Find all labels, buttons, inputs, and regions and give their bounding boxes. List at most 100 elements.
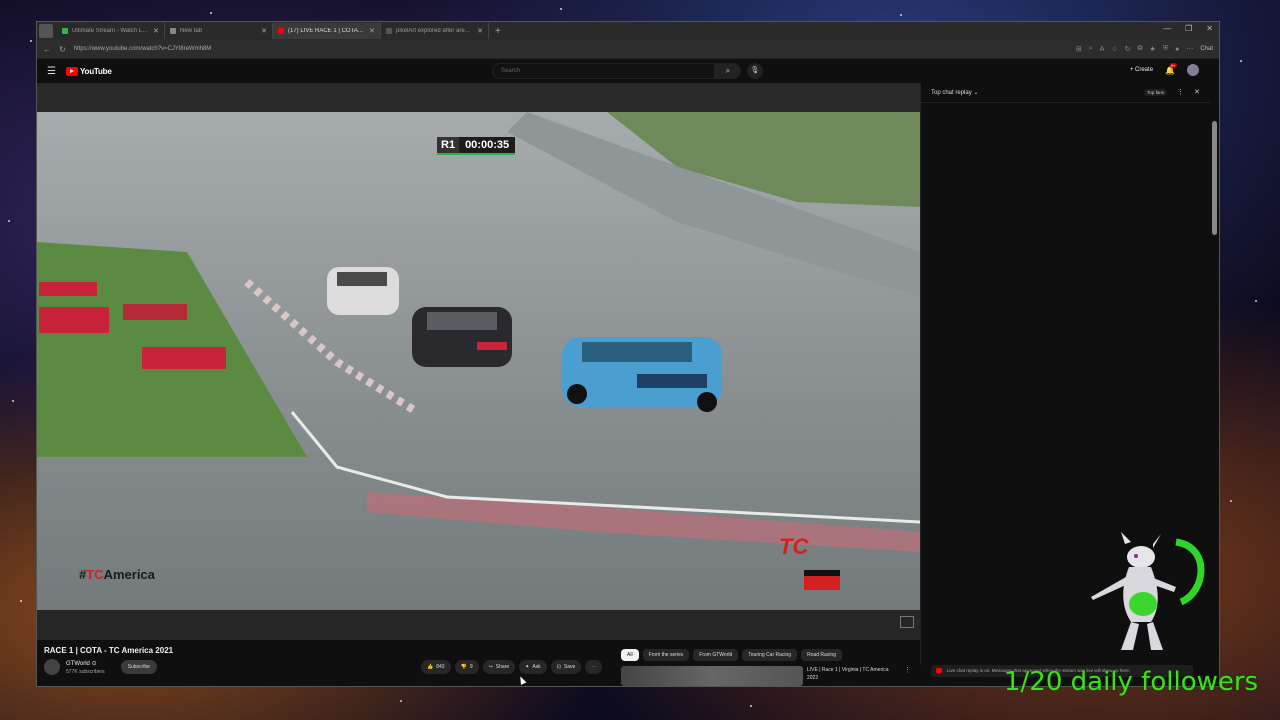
more-icon[interactable]: ⋯ <box>1186 45 1193 53</box>
chip-from-series[interactable]: From the series <box>642 649 690 661</box>
youtube-play-icon <box>65 66 78 76</box>
tab-favicon <box>278 28 284 34</box>
channel-name[interactable]: GTWorld ⊙ <box>66 660 105 667</box>
apps-icon[interactable]: ⊞ <box>1076 45 1082 53</box>
notifications-icon[interactable]: 🔔 9+ <box>1165 62 1177 75</box>
create-button[interactable]: + Create <box>1130 67 1153 73</box>
browser-tab-1[interactable]: New tab ✕ <box>165 23 273 39</box>
favorites-list-icon[interactable]: ★ <box>1150 45 1156 53</box>
refresh-extension-icon[interactable]: ↻ <box>1125 45 1131 53</box>
tab-label: pixelArt explored after area - Search <box>396 28 473 34</box>
race-tag: R1 <box>437 137 460 155</box>
share-button[interactable]: ↪ Share <box>482 660 516 674</box>
page-scrollbar[interactable] <box>1212 121 1217 235</box>
youtube-header: ☰ YouTube Search ⌕ 🎙 + Create 🔔 9+ <box>37 59 1219 83</box>
race-time: 00:00:35 <box>459 137 516 155</box>
chat-toggle-icon[interactable] <box>900 616 914 628</box>
copilot-chat-button[interactable]: Chat <box>1200 46 1213 52</box>
bookmark-icon: ⊡ <box>556 664 561 670</box>
more-actions-button[interactable]: ⋯ <box>585 660 603 674</box>
chip-touring-car[interactable]: Touring Car Racing <box>742 649 798 661</box>
collections-icon[interactable]: ⧉ <box>1138 45 1143 53</box>
video-thumbnail[interactable] <box>621 666 803 686</box>
thumbs-up-icon: 👍 <box>427 664 434 670</box>
chat-mode-dropdown[interactable]: Top chat replay ⌄ <box>931 89 978 96</box>
close-icon[interactable]: ✕ <box>153 27 159 35</box>
header-actions: + Create 🔔 9+ <box>1130 62 1199 76</box>
chat-header: Top chat replay ⌄ Top fans ⋮ ✕ <box>921 83 1210 103</box>
youtube-icon <box>936 668 942 673</box>
hashtag-rest: America <box>103 567 155 582</box>
shield-icon[interactable]: ⛨ <box>1163 45 1168 53</box>
ask-button[interactable]: ✦ Ask <box>519 660 547 674</box>
menu-icon[interactable]: ☰ <box>47 66 56 77</box>
minimize-icon[interactable]: — <box>1163 24 1171 33</box>
save-button[interactable]: ⊡ Save <box>550 660 582 674</box>
zoom-icon[interactable]: ⌕ <box>1089 45 1093 53</box>
channel-avatar[interactable] <box>44 659 60 675</box>
url-field[interactable]: https://www.youtube.com/watch?v=CJYl8reW… <box>74 46 1068 52</box>
profile-icon[interactable]: ● <box>1175 46 1179 53</box>
dislike-count: 9 <box>469 664 473 670</box>
like-count: 843 <box>436 664 445 670</box>
video-title: RACE 1 | COTA - TC America 2021 <box>44 646 174 655</box>
more-icon[interactable]: ⋮ <box>904 666 911 686</box>
search-input[interactable]: Search <box>492 63 715 79</box>
svg-text:TC: TC <box>779 534 809 559</box>
sparkle-icon: ✦ <box>525 664 530 670</box>
search-icon[interactable]: ⌕ <box>715 63 741 79</box>
back-icon[interactable]: ← <box>43 45 51 54</box>
mewtwo-mascot <box>1091 532 1205 650</box>
followers-overlay: 1/20 daily followers <box>1004 667 1259 697</box>
refresh-icon[interactable]: ↻ <box>59 45 66 54</box>
read-aloud-icon[interactable]: A <box>1100 46 1105 53</box>
subscribe-button[interactable]: Subscribe <box>120 660 157 674</box>
race-timer: R1 00:00:35 <box>437 137 516 155</box>
like-button[interactable]: 👍 843 <box>421 660 451 674</box>
tab-favicon <box>62 28 68 34</box>
browser-window: Ultimate Stream - Watch Live on ✕ New ta… <box>36 21 1220 687</box>
video-frame[interactable]: R1 00:00:35 #TCAmerica TC <box>37 112 920 610</box>
tab-favicon <box>386 28 392 34</box>
microphone-icon[interactable]: 🎙 <box>747 63 763 79</box>
maximize-icon[interactable]: ❐ <box>1185 24 1192 33</box>
recommended-video[interactable]: LIVE | Race 1 | Virginia | TC America 20… <box>621 666 911 686</box>
car-blue <box>562 337 722 412</box>
close-window-icon[interactable]: ✕ <box>1206 24 1213 33</box>
chat-title: Top chat replay <box>931 90 972 96</box>
browser-tab-0[interactable]: Ultimate Stream - Watch Live on ✕ <box>57 23 165 39</box>
dislike-button[interactable]: 👎 9 <box>454 660 479 674</box>
browser-tab-2[interactable]: (17) LIVE RACE 1 | COTA - TC Am ✕ <box>273 23 381 39</box>
recommended-title[interactable]: LIVE | Race 1 | Virginia | TC America 20… <box>807 666 900 686</box>
new-tab-icon[interactable]: + <box>489 26 507 37</box>
car-white <box>327 267 399 315</box>
channel-row: GTWorld ⊙ 577K subscribers Subscribe <box>44 659 157 675</box>
tab-label: (17) LIVE RACE 1 | COTA - TC Am <box>288 28 365 34</box>
address-bar: ← ↻ https://www.youtube.com/watch?v=CJYl… <box>37 40 1219 59</box>
chip-road-racing[interactable]: Road Racing <box>801 649 842 661</box>
avatar[interactable] <box>1187 64 1199 76</box>
tab-actions-button[interactable] <box>39 24 53 38</box>
notification-badge: 9+ <box>1170 62 1177 68</box>
tab-favicon <box>170 28 176 34</box>
share-icon: ↪ <box>488 664 493 670</box>
hashtag-highlight: TC <box>86 567 104 582</box>
toolbar-icons: ⊞ ⌕ A ☆ ↻ ⧉ ★ ⛨ ● ⋯ Chat <box>1076 45 1213 53</box>
top-fans-button[interactable]: Top fans <box>1144 88 1168 96</box>
save-label: Save <box>563 664 576 670</box>
close-icon[interactable]: ✕ <box>261 27 267 35</box>
chip-all[interactable]: All <box>621 649 639 661</box>
more-icon[interactable]: ⋮ <box>1177 88 1184 96</box>
youtube-logo[interactable]: YouTube <box>65 66 112 76</box>
window-controls: — ❐ ✕ <box>1163 24 1213 33</box>
browser-tab-3[interactable]: pixelArt explored after area - Search ✕ <box>381 23 489 39</box>
close-icon[interactable]: ✕ <box>477 27 483 35</box>
favorite-icon[interactable]: ☆ <box>1111 45 1117 53</box>
video-player[interactable]: R1 00:00:35 #TCAmerica TC <box>37 83 920 640</box>
subscriber-count: 577K subscribers <box>66 668 105 675</box>
channel-info: GTWorld ⊙ 577K subscribers <box>66 660 105 675</box>
chip-from-channel[interactable]: From GTWorld <box>693 649 739 661</box>
share-label: Share <box>495 664 510 670</box>
close-icon[interactable]: ✕ <box>1194 88 1200 96</box>
close-icon[interactable]: ✕ <box>369 27 375 35</box>
